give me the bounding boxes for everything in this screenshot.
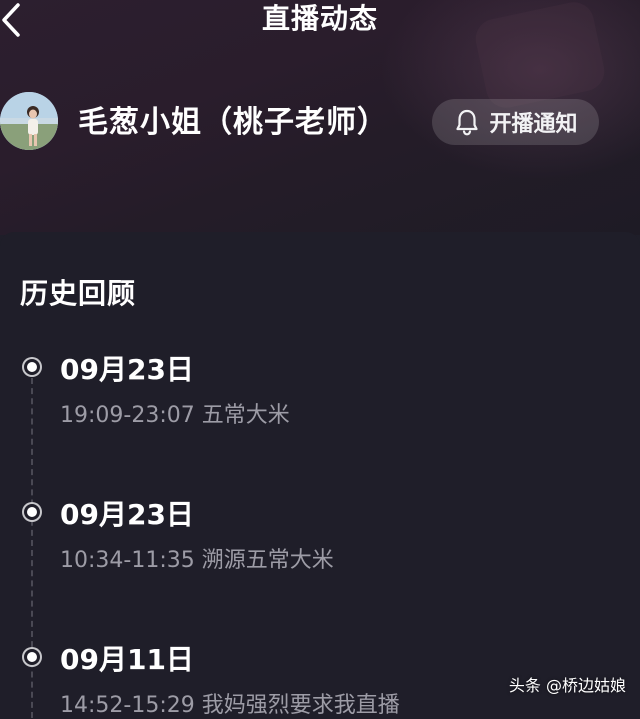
history-item-title[interactable]: 19:09-23:07 五常大米: [60, 397, 290, 429]
history-item-title[interactable]: 10:34-11:35 溯源五常大米: [60, 542, 334, 574]
timeline-dot: [24, 504, 40, 520]
history-item-date[interactable]: 09月11日: [60, 638, 194, 678]
timeline-line: [31, 378, 33, 718]
history-item-date[interactable]: 09月23日: [60, 493, 194, 533]
page-title: 直播动态: [261, 2, 378, 35]
notify-button-label: 开播通知: [489, 112, 578, 137]
bell-icon: [456, 109, 479, 136]
watermark: 头条 @桥边姑娘: [508, 676, 626, 695]
avatar-image: [0, 92, 58, 150]
live-notification-button[interactable]: 开播通知: [432, 99, 599, 145]
avatar[interactable]: [0, 92, 58, 150]
history-item-date[interactable]: 09月23日: [60, 348, 194, 388]
timeline-dot: [24, 359, 40, 375]
history-item-title[interactable]: 14:52-15:29 我妈强烈要求我直播: [60, 687, 400, 719]
timeline-dot: [24, 649, 40, 665]
section-title: 历史回顾: [20, 277, 137, 310]
streamer-name: 毛葱小姐（桃子老师）: [78, 105, 388, 140]
